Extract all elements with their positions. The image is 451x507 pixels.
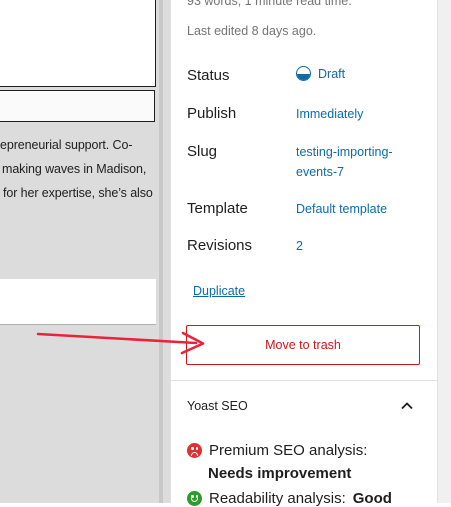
premium-seo-label: Premium SEO analysis: [209, 442, 368, 459]
smile-face-icon [187, 491, 202, 506]
readability-label: Readability analysis: [209, 490, 346, 507]
yoast-panel-title[interactable]: Yoast SEO [187, 399, 248, 413]
revisions-label: Revisions [187, 237, 253, 254]
draft-status-icon [296, 66, 311, 81]
paragraph-line: epreneurial support. Co- [0, 138, 133, 152]
move-to-trash-button[interactable]: Move to trash [186, 325, 420, 365]
editor-input-block[interactable] [0, 90, 155, 122]
slug-button[interactable]: testing-importing- events-7 [296, 142, 393, 182]
slug-value-line: testing-importing- [296, 145, 393, 159]
word-count: 93 words, 1 minute read time. [187, 0, 352, 8]
editor-canvas: epreneurial support. Co- making waves in… [0, 0, 156, 503]
slug-value-line: events-7 [296, 165, 344, 179]
sidebar-scrollbar[interactable] [437, 0, 451, 503]
premium-seo-result: Needs improvement [208, 465, 352, 482]
sad-face-icon [187, 443, 202, 458]
editor-divider [0, 324, 156, 325]
publish-date-button[interactable]: Immediately [296, 104, 363, 124]
revisions-link[interactable]: 2 [296, 236, 303, 256]
slug-label: Slug [187, 143, 218, 160]
publish-label: Publish [187, 105, 237, 122]
status-label: Status [187, 67, 230, 84]
duplicate-link[interactable]: Duplicate [193, 284, 245, 298]
editor-empty-block[interactable] [0, 279, 156, 324]
readability-analysis[interactable]: Readability analysis: Good [187, 490, 392, 507]
status-value: Draft [318, 66, 346, 81]
paragraph-block[interactable]: epreneurial support. Co- making waves in… [0, 124, 156, 278]
readability-result: Good [352, 490, 392, 507]
status-toggle[interactable]: Draft [296, 66, 345, 81]
paragraph-line: for her expertise, she’s also [3, 186, 153, 200]
template-label: Template [187, 200, 248, 217]
paragraph-line: making waves in Madison, [2, 162, 147, 176]
editor-resize-handle[interactable] [159, 0, 163, 503]
chevron-up-icon[interactable] [398, 397, 416, 415]
panel-divider [171, 380, 437, 381]
editor-block[interactable] [0, 0, 156, 87]
template-button[interactable]: Default template [296, 199, 387, 219]
last-edited: Last edited 8 days ago. [187, 24, 317, 38]
premium-seo-analysis[interactable]: Premium SEO analysis: [187, 442, 367, 459]
